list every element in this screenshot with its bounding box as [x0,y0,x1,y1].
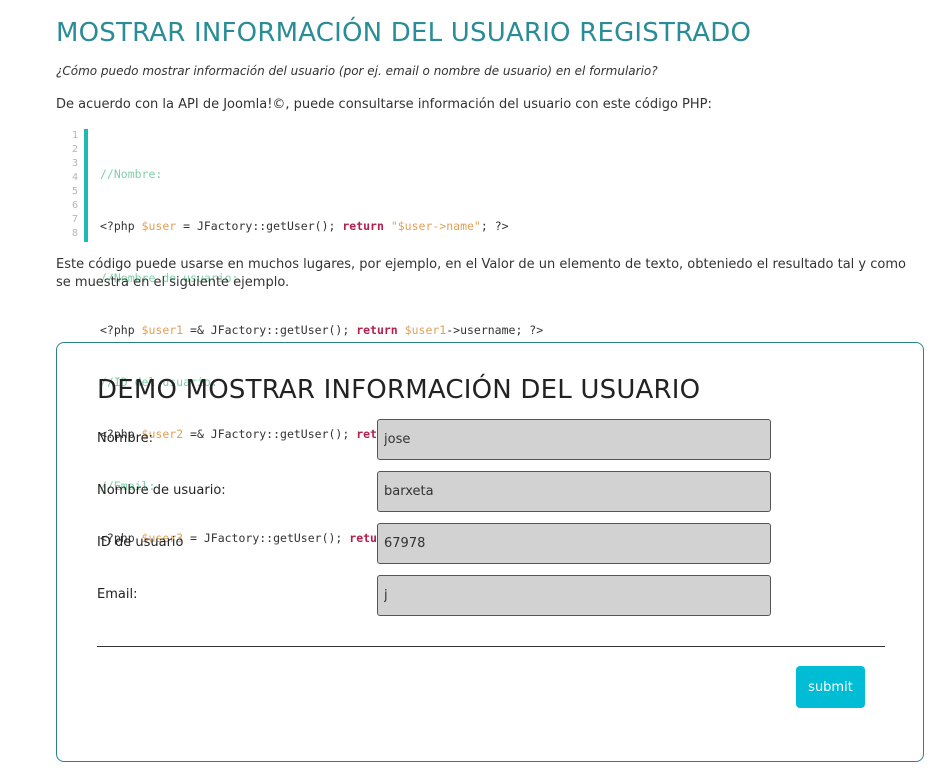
line-number: 3 [71,158,78,169]
code-line: <?php $user1 =& JFactory::getUser(); ret… [100,323,544,337]
demo-form: DEMO MOSTRAR INFORMACIÓN DEL USUARIO Nom… [56,342,924,762]
line-number: 1 [71,130,78,141]
intro-text: De acuerdo con la API de Joomla!©, puede… [56,97,712,112]
email-label: Email: [97,587,138,602]
code-line: //Nombre: [100,167,163,181]
line-number: 4 [71,172,78,183]
nombre-input[interactable] [377,419,771,460]
body-text: Este código puede usarse en muchos lugar… [56,257,906,290]
user-id-label: ID de usuario [97,535,184,550]
line-number: 6 [71,200,78,211]
field-row-email: Email: [97,575,777,617]
code-line-numbers: 1 2 3 4 5 6 7 8 [60,129,88,242]
field-row-nombre: Nombre: [97,419,777,461]
user-id-input[interactable] [377,523,771,564]
username-label: Nombre de usuario: [97,483,226,498]
field-row-usuario: Nombre de usuario: [97,471,777,513]
code-lines: //Nombre: <?php $user = JFactory::getUse… [88,129,543,545]
form-divider [97,646,885,647]
line-number: 2 [71,144,78,155]
demo-title: DEMO MOSTRAR INFORMACIÓN DEL USUARIO [97,375,701,405]
nombre-label: Nombre: [97,431,154,446]
email-input[interactable] [377,575,771,616]
subtitle: ¿Cómo puedo mostrar información del usua… [56,64,658,78]
submit-button[interactable]: submit [796,666,865,708]
page-title: MOSTRAR INFORMACIÓN DEL USUARIO REGISTRA… [56,18,752,48]
code-line: <?php $user = JFactory::getUser(); retur… [100,219,509,233]
line-number: 7 [71,214,78,225]
field-row-id: ID de usuario [97,523,777,565]
line-number: 5 [71,186,78,197]
username-input[interactable] [377,471,771,512]
line-number: 8 [71,228,78,239]
code-block: 1 2 3 4 5 6 7 8 //Nombre: <?php $user = … [60,129,620,545]
